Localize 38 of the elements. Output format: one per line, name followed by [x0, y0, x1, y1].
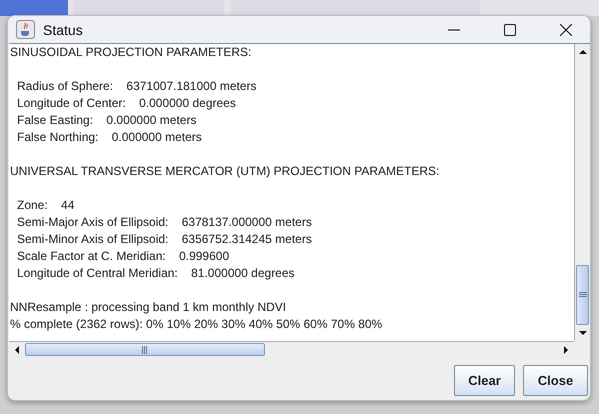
- log-line: NNResample : processing band 1 km monthly NDVI: [10, 299, 286, 316]
- scroll-thumb[interactable]: [576, 265, 589, 325]
- log-line: % complete (2362 rows): 0% 10% 20% 30% 40% 50% 60% 70% 80%: [10, 316, 382, 333]
- parameter-label: Zone:: [17, 197, 48, 214]
- right-arrow-icon: [563, 346, 569, 354]
- grip-icon: [142, 346, 148, 354]
- parameter-value: 6371007.181000 meters: [126, 78, 257, 95]
- parameter-value: 81.000000 degrees: [191, 265, 295, 282]
- close-button[interactable]: Close: [523, 365, 588, 396]
- parameter-label: Longitude of Central Meridian:: [17, 265, 178, 282]
- maximize-icon: [504, 24, 516, 36]
- parameter-value: 6378137.000000 meters: [182, 214, 312, 231]
- parameter-label: Semi-Major Axis of Ellipsoid:: [17, 214, 168, 231]
- left-arrow-icon: [14, 346, 20, 354]
- parameter-value: 0.000000 meters: [106, 112, 196, 129]
- vertical-scrollbar[interactable]: [574, 44, 590, 341]
- parameter-label: Longitude of Center:: [17, 95, 126, 112]
- down-arrow-icon: [579, 330, 587, 336]
- up-arrow-icon: [579, 49, 587, 55]
- coffee-cup-icon: [16, 20, 35, 39]
- log-line: UNIVERSAL TRANSVERSE MERCATOR (UTM) PROJECTION PARAMETERS:: [10, 163, 440, 180]
- window-title: Status: [43, 22, 84, 38]
- parameter-label: Radius of Sphere:: [17, 78, 114, 95]
- parameter-label: Scale Factor at C. Meridian:: [17, 248, 166, 265]
- browser-tab[interactable]: [0, 0, 68, 16]
- log-line: SINUSOIDAL PROJECTION PARAMETERS:: [10, 44, 252, 61]
- grip-icon: [578, 292, 586, 298]
- scroll-thumb[interactable]: [25, 343, 265, 356]
- parameter-value: 44: [61, 197, 74, 214]
- parameter-label: False Northing:: [17, 129, 98, 146]
- close-icon: [560, 24, 572, 36]
- clear-button[interactable]: Clear: [454, 365, 515, 396]
- parameter-label: Semi-Minor Axis of Ellipsoid:: [17, 231, 168, 248]
- parameter-value: 0.000000 degrees: [139, 95, 236, 112]
- parameter-value: 6356752.314245 meters: [182, 231, 312, 248]
- parameter-value: 0.999600: [179, 248, 230, 265]
- parameter-value: 0.000000 meters: [112, 129, 202, 146]
- parameter-label: False Easting:: [17, 112, 94, 129]
